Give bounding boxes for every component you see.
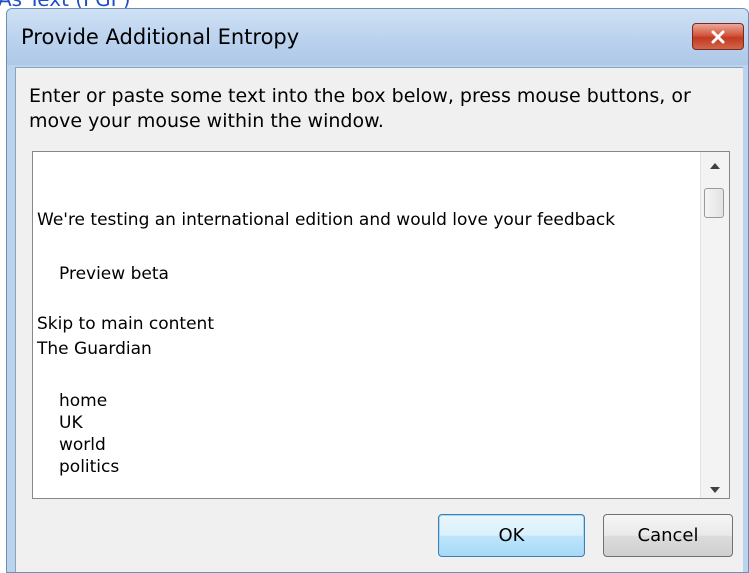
chevron-up-icon xyxy=(710,154,720,173)
text-line: world xyxy=(59,435,106,455)
text-line: politics xyxy=(59,457,120,477)
text-line: Skip to main content xyxy=(37,314,214,334)
entropy-dialog: Provide Additional Entropy Enter or past… xyxy=(6,8,749,573)
dialog-title: Provide Additional Entropy xyxy=(21,25,300,49)
text-line: home xyxy=(59,391,108,411)
entropy-text-area[interactable]: We're testing an international edition a… xyxy=(32,151,730,499)
instruction-text: Enter or paste some text into the box be… xyxy=(29,85,691,132)
text-line: UK xyxy=(59,413,83,433)
entropy-text-content[interactable]: We're testing an international edition a… xyxy=(33,152,701,498)
close-icon xyxy=(710,30,726,44)
chevron-down-icon xyxy=(710,478,720,497)
dialog-body: Enter or paste some text into the box be… xyxy=(15,67,743,572)
text-line: The Guardian xyxy=(37,339,152,359)
background-caption-text: As Text (PGP) xyxy=(0,0,131,8)
text-line: Preview beta xyxy=(59,264,169,284)
text-line: We're testing an international edition a… xyxy=(37,210,616,230)
title-bar[interactable]: Provide Additional Entropy xyxy=(7,9,748,65)
cancel-button[interactable]: Cancel xyxy=(603,514,733,557)
scroll-down-button[interactable] xyxy=(701,476,729,498)
scroll-thumb[interactable] xyxy=(704,188,724,218)
ok-button[interactable]: OK xyxy=(438,514,585,557)
vertical-scrollbar[interactable] xyxy=(700,152,729,498)
scroll-up-button[interactable] xyxy=(701,152,729,174)
background-caption: As Text (PGP) xyxy=(0,0,749,8)
close-button[interactable] xyxy=(692,23,744,50)
